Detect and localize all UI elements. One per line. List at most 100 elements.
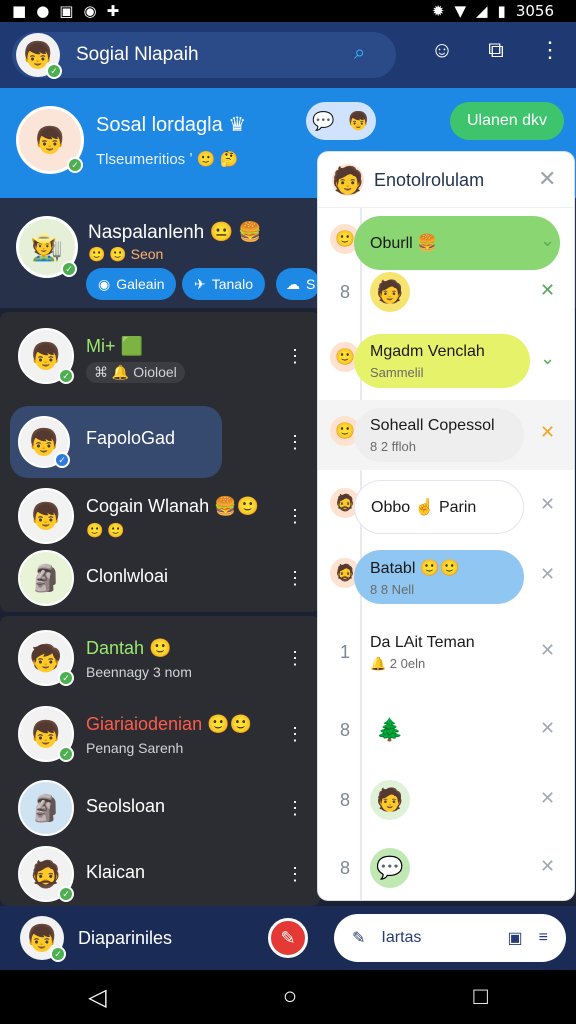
panel-row[interactable]: 8 🧑 ✕ — [318, 766, 574, 836]
chat-icon[interactable]: ⧉ — [482, 36, 510, 64]
contact-title: Mi+ 🟩 — [86, 336, 143, 356]
panel-row-highlighted[interactable]: 🙂 Soheall Copessol 8 2 ffloh ✕ — [318, 400, 574, 470]
more-vert-icon[interactable]: ⋮ — [286, 648, 304, 668]
search-icon[interactable]: ⌕ — [354, 42, 380, 68]
signal-icon: ◢ — [476, 2, 488, 20]
online-badge: ✓ — [61, 261, 77, 277]
more-vert-icon[interactable]: ⋮ — [286, 724, 304, 744]
contact-title: Klaican — [86, 862, 146, 882]
status-left-icons: ■ ● ▣ ◉ ✚ — [12, 2, 129, 20]
hero-avatar[interactable]: 👦 ✓ — [16, 106, 84, 174]
more-vert-icon[interactable]: ⋮ — [286, 506, 304, 526]
row-bubble: Da LAit Teman 🔔 2 0eln — [354, 626, 524, 680]
group-name: Naspalanlenh 😐 🍔 — [88, 222, 263, 243]
row-title: Mgadm Venclah — [370, 342, 485, 360]
contact-row-selected[interactable]: 👦 ✓ FapoloGad — [10, 406, 222, 478]
contact-avatar: 🧒 ✓ — [18, 630, 74, 686]
emoji-icon[interactable]: ☺ — [428, 36, 456, 64]
bird-icon: ✈ — [194, 275, 206, 292]
verified-badge: ✓ — [54, 452, 70, 468]
close-icon[interactable]: ✕ — [540, 280, 555, 301]
hero-subtitle: Tlseumeritios ʼ 🙂 🤔 — [96, 151, 239, 168]
status-bar: ■ ● ▣ ◉ ✚ ✹ ▼ ◢ ▮ 3056 — [0, 0, 576, 22]
app-title: Sogial Nlapaih — [76, 44, 199, 65]
search-bar[interactable]: 👦 ✓ Sogial Nlapaih ⌕ — [12, 32, 396, 79]
group-avatar: 🧑‍🌾 ✓ — [16, 216, 78, 278]
bottom-avatar[interactable]: 👦 ✓ — [20, 916, 66, 962]
close-icon[interactable]: ✕ — [540, 788, 555, 809]
more-vert-icon[interactable]: ⋮ — [286, 432, 304, 452]
row-bubble: Obbo ☝ Parin — [354, 480, 524, 534]
more-vert-icon[interactable]: ⋮ — [286, 346, 304, 366]
row-bubble: Batabl 🙂🙂 8 8 Nell — [354, 550, 524, 604]
contact-title: Giariaiodenian 🙂🙂 — [86, 714, 252, 734]
contacts-list-1: 👦 ✓ Mi+ 🟩 ⌘ 🔔 Oioloel ⋮ 👦 ✓ FapoloGad ⋮ 👦 … — [0, 312, 320, 612]
contact-avatar: 🧔 ✓ — [18, 846, 74, 902]
more-vert-icon[interactable]: ⋮ — [286, 864, 304, 884]
panel-row[interactable]: 8 🧑 ✕ — [318, 258, 574, 328]
bubble-icon: 💬 — [312, 110, 335, 131]
more-vert-icon[interactable]: ⋮ — [536, 36, 564, 64]
cloud-icon: ☁ — [286, 275, 300, 292]
panel-header: 🧑 Enotolrolulam ✕ — [318, 152, 574, 208]
notification-icon: ■ — [12, 2, 27, 20]
group-pill-0[interactable]: ◉ Galeain — [86, 268, 177, 300]
online-badge: ✓ — [58, 886, 74, 902]
bottom-name: Diapariniles — [78, 928, 173, 948]
contacts-list-2: 🧒 ✓ Dantah 🙂 Beennagy 3 nom ⋮ 👦 ✓ Giariaio… — [0, 616, 320, 906]
panel-row[interactable]: 8 💬 ✕ — [318, 834, 574, 904]
panel-row[interactable]: 🧔 Obbo ☝ Parin ✕ — [318, 472, 574, 542]
edit-icon[interactable]: ✎ — [352, 928, 365, 948]
profile-avatar[interactable]: 👦 ✓ — [16, 33, 62, 79]
contact-row[interactable]: 👦 ✓ Giariaiodenian 🙂🙂 Penang Sarenh ⋮ — [0, 698, 320, 770]
top-actions: ☺ ⧉ ⋮ — [428, 36, 564, 64]
shield-icon: ◉ — [83, 2, 97, 20]
print-icon[interactable]: ▣ — [508, 928, 523, 948]
more-vert-icon[interactable]: ⋮ — [286, 568, 304, 588]
back-icon[interactable]: ◁ — [88, 983, 106, 1012]
contact-row[interactable]: 🧒 ✓ Dantah 🙂 Beennagy 3 nom ⋮ — [0, 622, 320, 694]
group-pill-1[interactable]: ✈ Tanalo — [182, 268, 265, 300]
contact-avatar: 🗿 — [18, 780, 74, 836]
home-icon[interactable]: ○ — [283, 983, 298, 1011]
battery-icon: ▮ — [497, 2, 506, 20]
close-icon[interactable]: ✕ — [540, 856, 555, 877]
close-icon[interactable]: ✕ — [540, 422, 555, 443]
notification-panel: 🧑 Enotolrolulam ✕ 🙂 Oburll 🍔 ⌄ 8 🧑 ✕ 🙂 M… — [318, 152, 574, 900]
recents-icon[interactable]: □ — [473, 983, 488, 1011]
contact-row[interactable]: 🗿 Clonlwloai ⋮ — [0, 542, 320, 614]
panel-row[interactable]: 🙂 Mgadm Venclah Sammelil ⌄ — [318, 326, 574, 396]
close-icon[interactable]: ✕ — [540, 640, 555, 661]
chat-bubble-icon: 💬 — [370, 848, 410, 888]
row-title: Batabl 🙂🙂 — [370, 559, 460, 577]
close-icon[interactable]: ✕ — [538, 166, 556, 192]
close-icon[interactable]: ✕ — [540, 494, 555, 515]
row-subtitle: 8 2 ffloh — [370, 438, 417, 454]
system-nav: ◁ ○ □ — [0, 970, 576, 1024]
group-pill-label: S — [306, 276, 316, 292]
contact-row[interactable]: 👦 ✓ Mi+ 🟩 ⌘ 🔔 Oioloel ⋮ — [0, 320, 320, 392]
panel-row[interactable]: 1 Da LAit Teman 🔔 2 0eln ✕ — [318, 618, 574, 688]
row-title: Soheall Copessol — [370, 416, 495, 434]
bottom-pill[interactable]: ✎ Iartas ▣ ≡ — [334, 914, 566, 962]
chevron-down-icon[interactable]: ⌄ — [540, 348, 555, 369]
menu-icon[interactable]: ≡ — [539, 929, 548, 947]
group-pill-label: Galeain — [116, 276, 165, 292]
contact-title: FapoloGad — [86, 428, 176, 448]
hero-status-chip[interactable]: 💬 👦 — [306, 102, 376, 140]
more-vert-icon[interactable]: ⋮ — [286, 798, 304, 818]
contact-subtitle: Penang Sarenh — [86, 740, 184, 756]
group-pill-2[interactable]: ☁ S — [276, 268, 320, 300]
panel-row[interactable]: 8 🌲 ✕ — [318, 696, 574, 766]
top-app-bar: 👦 ✓ Sogial Nlapaih ⌕ ☺ ⧉ ⋮ — [0, 22, 576, 88]
hero-action-button[interactable]: Ulanen dkv — [450, 102, 564, 140]
close-icon[interactable]: ✕ — [540, 564, 555, 585]
contact-title: Clonlwloai — [86, 566, 169, 586]
contact-row[interactable]: 🧔 ✓ Klaican ⋮ — [0, 838, 320, 910]
close-icon[interactable]: ✕ — [540, 718, 555, 739]
check-icon[interactable]: ⌄ — [540, 230, 555, 251]
contact-row[interactable]: 🗿 Seolsloan ⋮ — [0, 772, 320, 844]
action-fab[interactable]: ✎ — [268, 918, 308, 958]
panel-row[interactable]: 🧔 Batabl 🙂🙂 8 8 Nell ✕ — [318, 542, 574, 612]
row-number: 8 — [340, 790, 351, 810]
